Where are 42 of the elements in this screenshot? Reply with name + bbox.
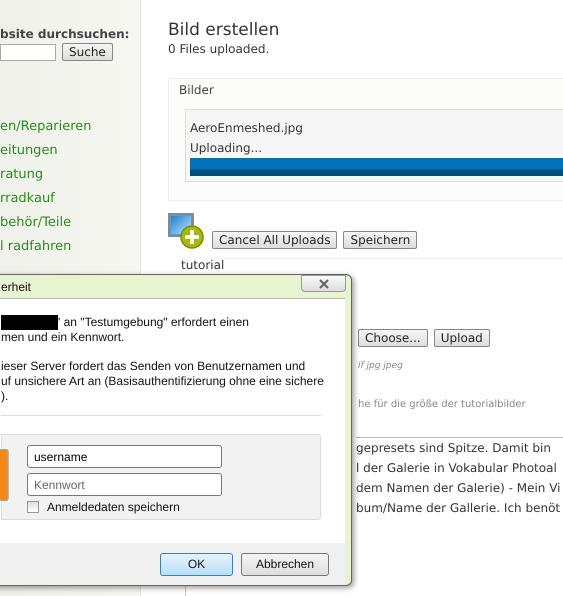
- redaction-bar: [1, 315, 58, 330]
- dialog-button[interactable]: Abbrechen: [241, 552, 329, 576]
- fieldset-legend: Bilder: [179, 83, 563, 97]
- remember-checkbox[interactable]: [27, 501, 39, 513]
- warning-text: ieser Server fordert das Senden von Benutzernamen und: [1, 359, 306, 374]
- search-field[interactable]: [0, 44, 56, 60]
- user-tile-icon: [0, 449, 9, 501]
- dialog-message: men und ein Kennwort.: [1, 330, 124, 345]
- sidebar-link[interactable]: eitungen: [0, 139, 140, 163]
- action-button[interactable]: Cancel All Uploads: [212, 231, 338, 249]
- body-text: gepresets sind Spitze. Damit bin: [356, 440, 552, 457]
- body-text: dem Namen der Galerie) - Mein Vi: [356, 480, 562, 497]
- sidebar-link[interactable]: l radfahren: [0, 235, 140, 259]
- file-status: Uploading...: [190, 140, 264, 157]
- sidebar-link[interactable]: en/Reparieren: [0, 115, 140, 139]
- sidebar-link[interactable]: behör/Teile: [0, 211, 140, 235]
- hint-text: he für die größe der tutorialbilder: [358, 399, 527, 410]
- action-button[interactable]: Speichern: [343, 231, 418, 249]
- fieldset-legend: tutorial: [168, 258, 224, 272]
- file-types-text: if jpg jpeg: [358, 361, 404, 371]
- upload-button[interactable]: Upload: [434, 329, 490, 347]
- dialog-message: ' an "Testumgebung" erfordert einen: [58, 315, 249, 330]
- password-field[interactable]: Kennwort: [27, 473, 222, 496]
- page-title: Bild erstellen: [168, 20, 280, 40]
- close-button[interactable]: [301, 275, 346, 292]
- upload-status: 0 Files uploaded.: [168, 42, 270, 56]
- close-icon: [318, 278, 330, 288]
- warning-text: uf unsichere Art an (Basisauthentifizierung ohne eine sichere: [1, 374, 324, 389]
- body-text: l der Galerie in Vokabular Photoal: [356, 460, 558, 477]
- warning-text: ).: [1, 389, 8, 404]
- choose-button[interactable]: Choose...: [358, 329, 428, 347]
- dialog-button[interactable]: OK: [160, 552, 233, 576]
- sidebar-link[interactable]: ratung: [0, 163, 140, 187]
- search-label: bsite durchsuchen:: [0, 27, 130, 41]
- add-image-icon[interactable]: [168, 213, 206, 249]
- dialog-title: erheit: [1, 280, 32, 294]
- body-text: bum/Name der Gallerie. Ich benöt: [356, 500, 562, 517]
- remember-label: Anmeldedaten speichern: [47, 500, 180, 514]
- username-field[interactable]: username: [27, 445, 222, 468]
- sidebar-link[interactable]: rradkauf: [0, 187, 140, 211]
- search-button[interactable]: Suche: [62, 43, 113, 61]
- file-name: AeroEnmeshed.jpg: [190, 120, 304, 137]
